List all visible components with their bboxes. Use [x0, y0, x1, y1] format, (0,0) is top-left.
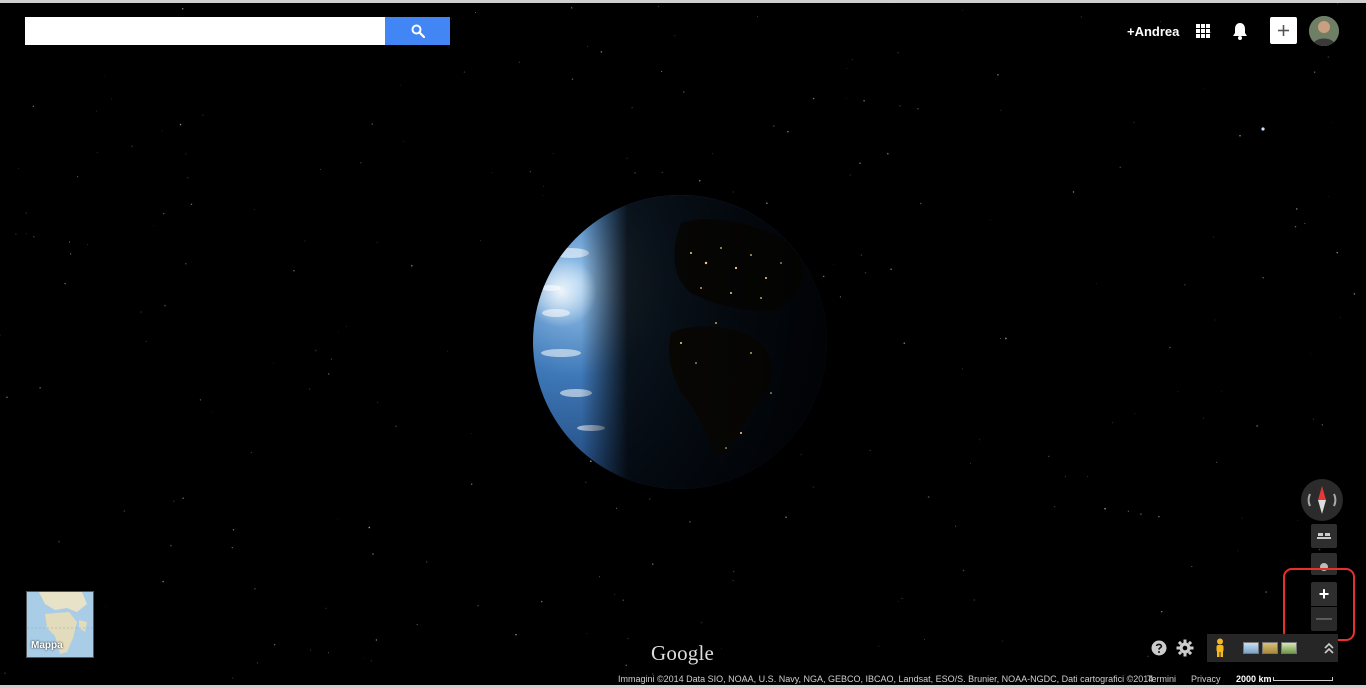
map-mode-thumbnail[interactable]: Mappa	[26, 591, 94, 658]
map-mode-label: Mappa	[31, 640, 63, 651]
user-profile-link[interactable]: +Andrea	[1127, 24, 1179, 39]
bell-icon[interactable]	[1230, 21, 1250, 41]
layer-thumbnail-satellite[interactable]	[1243, 642, 1259, 654]
scale-bar	[1273, 677, 1333, 681]
help-icon[interactable]	[1151, 640, 1167, 656]
browser-edge-top	[0, 0, 1366, 3]
tilt-button[interactable]	[1311, 524, 1337, 548]
layer-thumbnail-photos[interactable]	[1281, 642, 1297, 654]
earth-globe[interactable]	[531, 193, 829, 491]
search-input[interactable]	[25, 17, 385, 45]
avatar[interactable]	[1309, 16, 1339, 46]
gear-icon[interactable]	[1176, 639, 1194, 657]
search-icon	[411, 24, 425, 38]
scale-label: 2000 km	[1236, 674, 1272, 684]
plus-icon	[1278, 25, 1289, 36]
tilt-icon	[1317, 533, 1331, 539]
compass-icon	[1307, 486, 1337, 514]
imagery-attribution: Immagini ©2014 Data SIO, NOAA, U.S. Navy…	[618, 674, 1154, 684]
search-button[interactable]	[385, 17, 450, 45]
privacy-link[interactable]: Privacy	[1191, 674, 1221, 684]
avatar-photo	[1309, 16, 1339, 46]
terms-link[interactable]: Termini	[1147, 674, 1176, 684]
layer-thumbnail-terrain[interactable]	[1262, 642, 1278, 654]
chevron-up-icon[interactable]	[1323, 642, 1335, 654]
share-add-button[interactable]	[1270, 17, 1297, 44]
highlight-annotation	[1283, 568, 1355, 641]
compass-control[interactable]	[1301, 479, 1343, 521]
imagery-layer-bar	[1207, 634, 1338, 662]
pegman-icon[interactable]	[1213, 638, 1227, 658]
apps-grid-icon[interactable]	[1195, 23, 1211, 39]
google-logo: Google	[651, 641, 715, 665]
